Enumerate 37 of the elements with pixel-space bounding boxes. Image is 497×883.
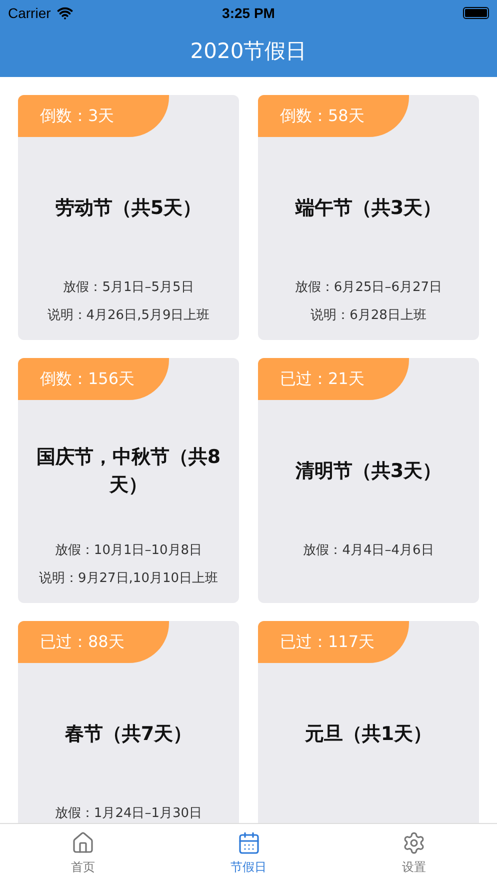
day-count-badge: 倒数：156天 [18,358,169,400]
tab-item[interactable]: 设置 [331,824,497,883]
holiday-card[interactable]: 倒数：3天 劳动节（共5天） 放假：5月1日–5月5日 说明：4月26日,5月9日上班 [18,95,239,340]
holiday-note: 说明：4月26日,5月9日上班 [47,307,210,324]
holiday-dates: 放假：1月24日–1月30日 [54,805,202,822]
day-count-badge: 已过：21天 [258,358,409,400]
holiday-note: 说明：6月28日上班 [310,307,426,324]
holiday-title: 元旦（共1天） [304,722,434,746]
holiday-card[interactable]: 已过：21天 清明节（共3天） 放假：4月4日–4月6日 [258,358,479,603]
calendar-icon [236,831,260,855]
tab-item[interactable]: 首页 [0,824,166,883]
day-count-badge: 已过：88天 [18,621,169,663]
holiday-title: 清明节（共3天） [294,458,443,484]
holiday-card[interactable]: 已过：117天 元旦（共1天） [258,621,479,823]
holiday-title: 国庆节，中秋节（共8天） [35,444,222,498]
holiday-title: 劳动节（共5天） [54,196,203,220]
settings-icon [402,831,426,855]
tab-item[interactable]: 节假日 [166,824,332,883]
holiday-dates: 放假：10月1日–10月8日 [54,542,202,559]
holiday-dates: 放假：5月1日–5月5日 [63,279,194,296]
carrier-name: Carrier [8,4,51,20]
holiday-dates: 放假：6月25日–6月27日 [294,279,442,296]
holiday-card[interactable]: 倒数：156天 国庆节，中秋节（共8天） 放假：10月1日–10月8日 说明：9月27日,10月10日上班 [18,358,239,603]
home-icon [70,831,95,855]
holiday-dates: 放假：4月4日–4月6日 [303,542,434,559]
day-count-badge: 已过：117天 [258,621,409,663]
page-title: 2020节假日 [189,38,308,65]
holiday-title: 春节（共7天） [64,722,194,746]
holiday-note: 说明：9月27日,10月10日上班 [38,570,218,587]
clock-time: 3:25 PM [222,4,275,20]
day-count-badge: 倒数：3天 [18,95,169,137]
battery-icon [463,6,489,18]
holiday-title: 端午节（共3天） [294,196,443,220]
holiday-card[interactable]: 倒数：58天 端午节（共3天） 放假：6月25日–6月27日 说明：6月28日上班 [258,95,479,340]
holiday-card[interactable]: 已过：88天 春节（共7天） 放假：1月24日–1月30日 [18,621,239,823]
wifi-icon [56,4,73,20]
day-count-badge: 倒数：58天 [258,95,409,137]
